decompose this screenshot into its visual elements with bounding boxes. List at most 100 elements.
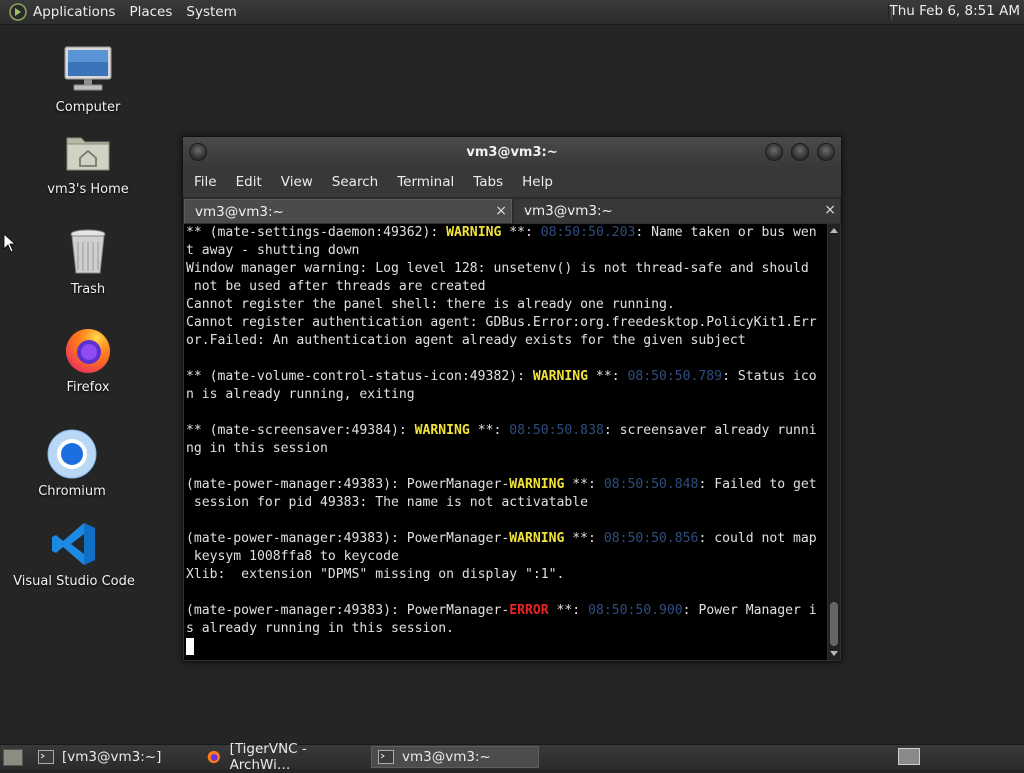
terminal-segment: WARNING	[509, 531, 565, 546]
scrollbar-thumb[interactable]	[830, 602, 838, 646]
minimize-button[interactable]	[765, 143, 783, 161]
applications-menu[interactable]: Applications	[33, 4, 115, 20]
terminal-prompt-line	[186, 638, 827, 658]
terminal-segment: : could not map	[698, 531, 817, 546]
desktop-icon-home[interactable]: vm3's Home	[47, 126, 129, 197]
taskbar-item-firefox[interactable]: [TigerVNC - ArchWi…	[200, 741, 368, 773]
desktop-icon-computer[interactable]: Computer	[48, 44, 128, 115]
desktop-icon-vscode[interactable]: Visual Studio Code	[13, 518, 135, 589]
terminal-line: keysym 1008ffa8 to keycode	[186, 548, 827, 566]
show-desktop-icon[interactable]	[3, 749, 23, 766]
tab-2[interactable]: vm3@vm3:~ ×	[514, 199, 840, 223]
terminal-output[interactable]: ** (mate-settings-daemon:49362): WARNING…	[184, 224, 827, 660]
desktop-icon-label: Visual Studio Code	[13, 574, 135, 589]
menu-search[interactable]: Search	[332, 174, 378, 190]
terminal-line: (mate-power-manager:49383): PowerManager…	[186, 602, 827, 620]
mate-menu-icon[interactable]	[9, 3, 27, 21]
places-menu[interactable]: Places	[129, 4, 172, 20]
terminal-menubar: File Edit View Search Terminal Tabs Help	[183, 167, 841, 197]
terminal-segment: **:	[564, 531, 604, 546]
window-title: vm3@vm3:~	[466, 145, 558, 160]
terminal-segment: 08:50:50.838	[509, 423, 604, 438]
menu-file[interactable]: File	[194, 174, 217, 190]
system-menu[interactable]: System	[186, 4, 236, 20]
terminal-segment: Window manager warning: Log level 128: u…	[186, 261, 809, 276]
terminal-segment: Cannot register the panel shell: there i…	[186, 297, 675, 312]
terminal-segment: 08:50:50.848	[603, 477, 699, 492]
workspace-switcher[interactable]	[898, 748, 920, 765]
taskbar-item-terminal-2[interactable]: vm3@vm3:~	[371, 746, 539, 768]
menu-terminal[interactable]: Terminal	[397, 174, 454, 190]
menu-edit[interactable]: Edit	[236, 174, 262, 190]
terminal-segment: not be used after threads are created	[186, 279, 486, 294]
terminal-segment: WARNING	[446, 225, 502, 240]
tab-bar: vm3@vm3:~ × vm3@vm3:~ ×	[183, 197, 841, 223]
menu-help[interactable]: Help	[522, 174, 553, 190]
terminal-segment: : Failed to get	[698, 477, 817, 492]
terminal-segment: (mate-power-manager:49383): PowerManager…	[186, 477, 510, 492]
terminal-text: ** (mate-settings-daemon:49362): WARNING…	[184, 224, 827, 658]
terminal-segment: ERROR	[509, 603, 549, 618]
taskbar-item-terminal-1[interactable]: [vm3@vm3:~]	[32, 746, 196, 768]
terminal-segment: (mate-power-manager:49383): PowerManager…	[186, 531, 510, 546]
terminal-segment: Cannot register authentication agent: GD…	[186, 315, 817, 330]
terminal-line: t away - shutting down	[186, 242, 827, 260]
desktop-icon-label: Computer	[55, 100, 121, 115]
tab-1[interactable]: vm3@vm3:~ ×	[184, 199, 512, 223]
terminal-line: Xlib: extension "DPMS" missing on displa…	[186, 566, 827, 584]
terminal-line: or.Failed: An authentication agent alrea…	[186, 332, 827, 350]
terminal-scrollbar[interactable]	[828, 224, 840, 660]
tab-close-icon[interactable]: ×	[824, 202, 836, 218]
terminal-segment: : screensaver already runni	[603, 423, 817, 438]
terminal-segment: **:	[548, 603, 589, 618]
terminal-segment: or.Failed: An authentication agent alrea…	[186, 333, 746, 348]
desktop-icon-firefox[interactable]: Firefox	[48, 324, 128, 395]
menu-view[interactable]: View	[281, 174, 313, 190]
taskbar-label: [TigerVNC - ArchWi…	[229, 741, 307, 773]
taskbar-label: vm3@vm3:~	[402, 749, 491, 765]
menu-tabs[interactable]: Tabs	[473, 174, 503, 190]
terminal-segment: ** (mate-settings-daemon:49362):	[186, 225, 447, 240]
terminal-segment: **:	[501, 225, 541, 240]
terminal-line: s already running in this session.	[186, 620, 827, 638]
window-titlebar[interactable]: vm3@vm3:~	[183, 137, 841, 167]
terminal-segment: 08:50:50.900	[588, 603, 683, 618]
tab-close-icon[interactable]: ×	[495, 203, 507, 219]
terminal-segment: **:	[564, 477, 604, 492]
terminal-line: (mate-power-manager:49383): PowerManager…	[186, 530, 827, 548]
terminal-segment: session for pid 49383: The name is not a…	[186, 495, 589, 510]
clock[interactable]: Thu Feb 6, 8:51 AM	[889, 3, 1020, 19]
terminal-segment: **:	[588, 369, 628, 384]
desktop-icon-label: Chromium	[38, 484, 106, 499]
terminal-segment: n is already running, exiting	[186, 387, 415, 402]
terminal-window[interactable]: vm3@vm3:~ File Edit View Search Terminal…	[182, 136, 842, 662]
terminal-line: Window manager warning: Log level 128: u…	[186, 260, 827, 278]
terminal-segment: : Power Manager i	[682, 603, 817, 618]
vscode-icon	[48, 518, 100, 570]
chromium-icon	[46, 428, 98, 480]
terminal-line: ** (mate-volume-control-status-icon:4938…	[186, 368, 827, 386]
maximize-button[interactable]	[791, 143, 809, 161]
desktop-icon-chromium[interactable]: Chromium	[32, 428, 112, 499]
terminal-segment: s already running in this session.	[186, 621, 455, 636]
scroll-up-icon[interactable]	[830, 228, 838, 233]
terminal-segment: Xlib: extension "DPMS" missing on displa…	[186, 567, 565, 582]
firefox-icon	[62, 324, 114, 376]
text-cursor	[186, 638, 194, 655]
desktop-icon-label: vm3's Home	[47, 182, 129, 197]
terminal-segment: **:	[469, 423, 510, 438]
close-button[interactable]	[817, 143, 835, 161]
computer-icon	[62, 44, 114, 96]
terminal-segment: : Status ico	[722, 369, 817, 384]
top-panel: Applications Places System Thu Feb 6, 8:…	[0, 0, 1024, 25]
terminal-segment: WARNING	[509, 477, 565, 492]
scroll-down-icon[interactable]	[830, 651, 838, 656]
trash-icon	[62, 226, 114, 278]
desktop-icon-trash[interactable]: Trash	[48, 226, 128, 297]
tab-label: vm3@vm3:~	[195, 203, 284, 220]
terminal-segment: WARNING	[414, 423, 470, 438]
desktop-icon-label: Firefox	[66, 380, 110, 395]
terminal-line: not be used after threads are created	[186, 278, 827, 296]
terminal-line: (mate-power-manager:49383): PowerManager…	[186, 476, 827, 494]
